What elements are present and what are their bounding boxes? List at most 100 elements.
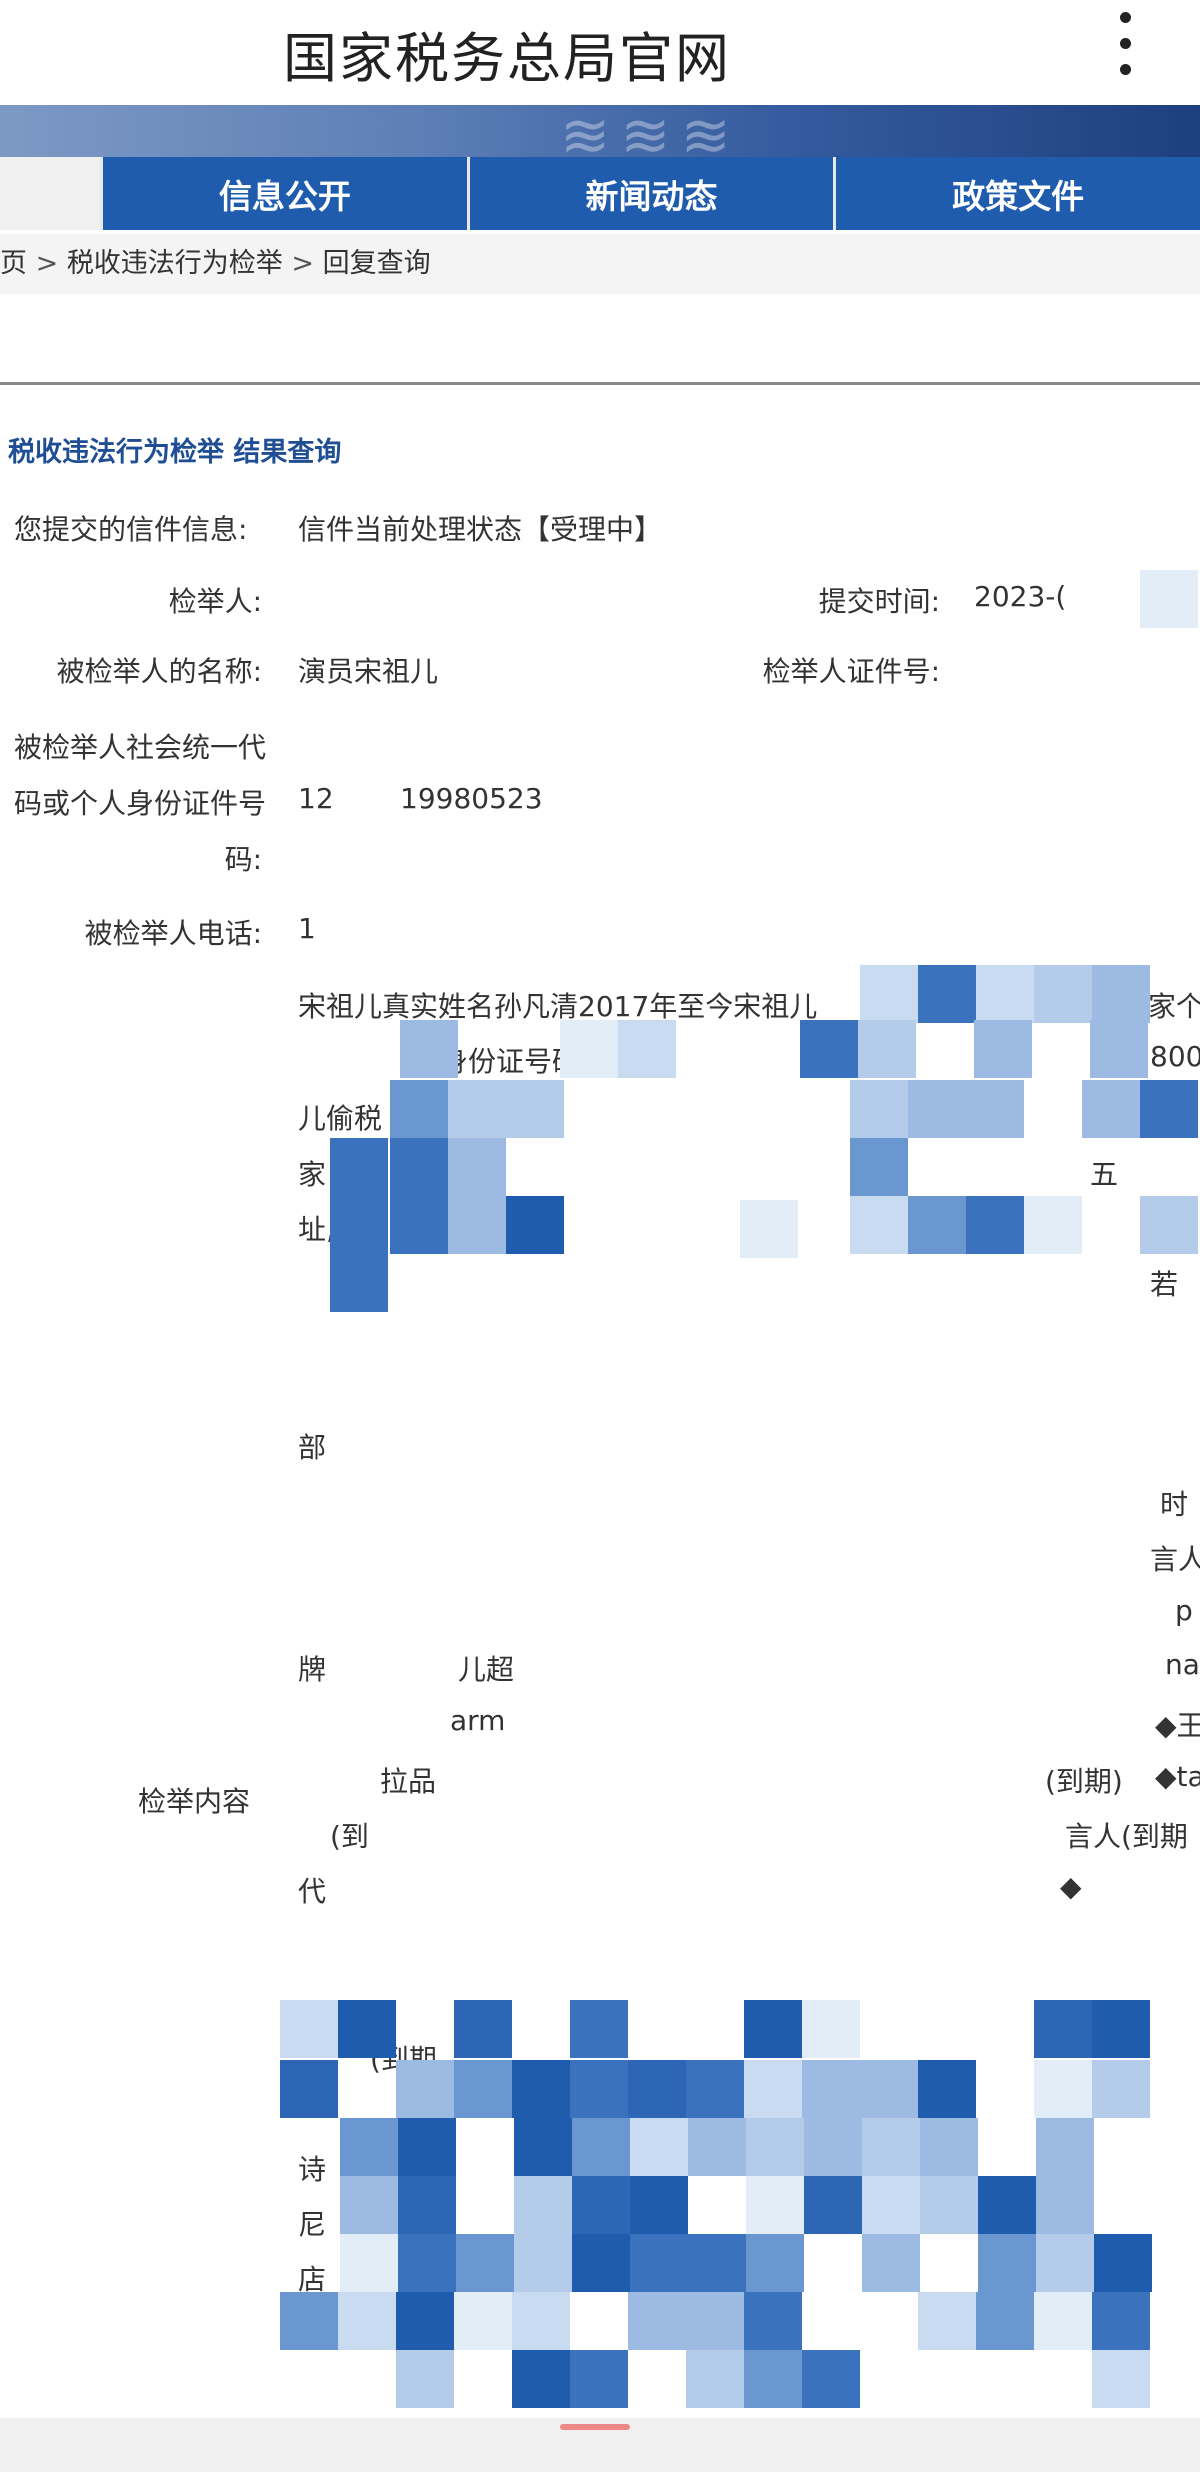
redaction-block bbox=[966, 1080, 1024, 1138]
redaction-block bbox=[454, 2060, 512, 2118]
redaction-block bbox=[572, 2118, 630, 2176]
submit-time-value: 2023-( bbox=[974, 580, 1067, 613]
redaction-block bbox=[512, 2060, 570, 2118]
redaction-block bbox=[802, 2350, 860, 2408]
redaction-block bbox=[506, 1080, 564, 1138]
redaction-block bbox=[572, 2234, 630, 2292]
accused-name-value: 演员宋祖儿 bbox=[298, 655, 439, 688]
content-fragment: na bbox=[1165, 1648, 1200, 1681]
content-label: 检举内容 bbox=[137, 1785, 250, 1818]
redaction-block bbox=[398, 2118, 456, 2176]
redaction-block bbox=[920, 2176, 978, 2234]
content-fragment: 拉品 bbox=[380, 1765, 437, 1798]
submit-time-label: 提交时间: bbox=[818, 585, 940, 618]
section-divider bbox=[0, 382, 1200, 385]
redaction-block bbox=[390, 1196, 448, 1254]
redaction-block bbox=[630, 2234, 688, 2292]
content-fragment: 家个 bbox=[1148, 990, 1200, 1023]
tab-info-disclosure[interactable]: 信息公开 bbox=[100, 157, 467, 230]
redaction-block bbox=[1024, 1196, 1082, 1254]
redaction-block bbox=[918, 2060, 976, 2118]
content-fragment: 儿偷税 bbox=[298, 1102, 383, 1135]
content-fragment: 诗 bbox=[298, 2153, 327, 2186]
accused-code-value-a: 12 bbox=[298, 782, 334, 815]
redaction-block bbox=[570, 2060, 628, 2118]
redaction-block bbox=[850, 1138, 908, 1196]
redaction-block bbox=[918, 965, 976, 1023]
redaction-block bbox=[802, 2000, 860, 2058]
redaction-block bbox=[966, 1196, 1024, 1254]
more-options-icon[interactable] bbox=[1110, 12, 1140, 82]
redaction-block bbox=[618, 1020, 676, 1078]
site-banner: ≋≋≋ bbox=[0, 105, 1200, 157]
redaction-block bbox=[746, 2234, 804, 2292]
breadcrumb-item-report[interactable]: 税收违法行为检举 bbox=[67, 248, 283, 279]
redaction-block bbox=[858, 1020, 916, 1078]
redaction-block bbox=[860, 965, 918, 1023]
redaction-block bbox=[454, 2292, 512, 2350]
content-fragment: 言人 bbox=[1150, 1543, 1200, 1576]
redaction-block bbox=[1036, 2176, 1094, 2234]
redaction-block bbox=[686, 2292, 744, 2350]
redaction-block bbox=[1090, 1020, 1148, 1078]
redaction-block bbox=[506, 1196, 564, 1254]
redaction-block bbox=[920, 2118, 978, 2176]
redaction-block bbox=[918, 2292, 976, 2350]
redaction-block bbox=[514, 2176, 572, 2234]
redaction-block bbox=[1036, 2118, 1094, 2176]
redaction-block bbox=[978, 2176, 1036, 2234]
redaction-block bbox=[390, 1080, 448, 1138]
content-fragment: ◆ bbox=[1060, 1870, 1082, 1903]
reporter-id-label: 检举人证件号: bbox=[762, 655, 940, 688]
content-fragment: 五 bbox=[1090, 1158, 1119, 1191]
redaction-block bbox=[280, 2000, 338, 2058]
redaction-block bbox=[686, 2060, 744, 2118]
redaction-block bbox=[908, 1196, 966, 1254]
redaction-block bbox=[1092, 965, 1150, 1023]
redaction-block bbox=[280, 2060, 338, 2118]
redaction-block bbox=[1094, 2234, 1152, 2292]
breadcrumb-home[interactable]: 页 bbox=[0, 248, 27, 279]
redaction-block bbox=[976, 965, 1034, 1023]
redaction-block bbox=[1092, 2292, 1150, 2350]
accused-phone-label: 被检举人电话: bbox=[84, 917, 262, 950]
redaction-block bbox=[744, 2060, 802, 2118]
redaction-block bbox=[804, 2176, 862, 2234]
redaction-block bbox=[688, 2234, 746, 2292]
accused-code-label-line2: 码或个人身份证件号 bbox=[14, 787, 267, 820]
status-text: 信件当前处理状态【受理中】 bbox=[298, 513, 663, 546]
redaction-block bbox=[454, 2000, 512, 2058]
redaction-block bbox=[1140, 570, 1198, 628]
redaction-block bbox=[978, 2234, 1036, 2292]
redaction-block bbox=[804, 2118, 862, 2176]
redaction-block bbox=[744, 2350, 802, 2408]
redaction-block bbox=[802, 2060, 860, 2118]
redaction-block bbox=[746, 2118, 804, 2176]
content-line: 身份证号码 bbox=[440, 1045, 581, 1078]
tab-news[interactable]: 新闻动态 bbox=[466, 157, 834, 230]
letter-info-label: 您提交的信件信息: bbox=[14, 513, 248, 546]
redaction-block bbox=[628, 2060, 686, 2118]
content-fragment: 牌 bbox=[298, 1653, 327, 1686]
redaction-block bbox=[512, 2292, 570, 2350]
redaction-block bbox=[688, 2118, 746, 2176]
accused-name-label: 被检举人的名称: bbox=[56, 655, 262, 688]
nav-home-tab[interactable] bbox=[0, 157, 100, 230]
redaction-block bbox=[338, 2000, 396, 2058]
redaction-block bbox=[744, 2000, 802, 2058]
app-title: 国家税务总局官网 bbox=[283, 27, 731, 90]
redaction-block bbox=[976, 2292, 1034, 2350]
content-fragment: 家 bbox=[298, 1158, 327, 1191]
redaction-block bbox=[448, 1080, 506, 1138]
content-fragment: 代 bbox=[298, 1875, 327, 1908]
redaction-block bbox=[862, 2118, 920, 2176]
redaction-block bbox=[1036, 2234, 1094, 2292]
redaction-block bbox=[514, 2118, 572, 2176]
content-fragment: 时 bbox=[1160, 1488, 1189, 1521]
accused-code-value-b: 19980523 bbox=[400, 782, 543, 815]
tab-policy-docs[interactable]: 政策文件 bbox=[833, 157, 1200, 230]
content-fragment: ◆ta bbox=[1155, 1760, 1200, 1793]
breadcrumb-sep: > bbox=[35, 248, 59, 279]
redaction-block bbox=[1034, 2000, 1092, 2058]
content-fragment: (到 bbox=[330, 1820, 369, 1853]
